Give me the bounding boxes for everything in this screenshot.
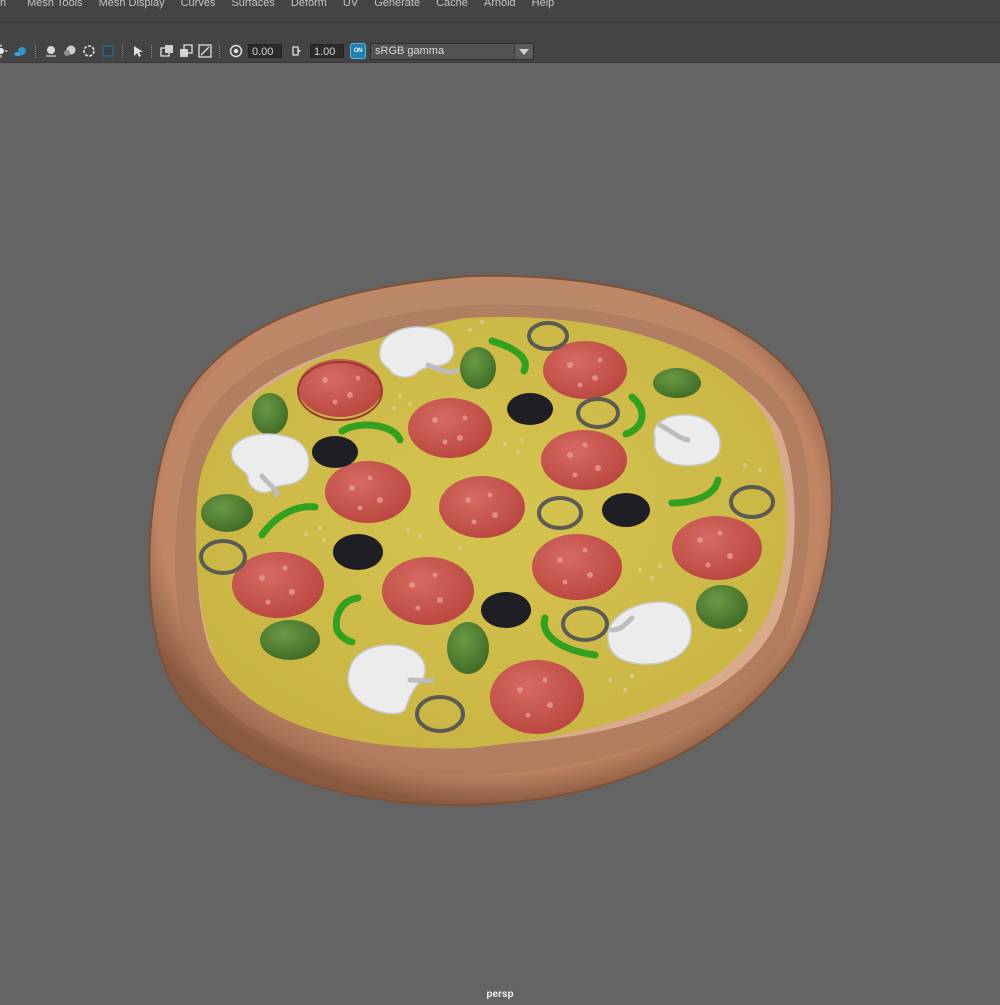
- viewport-3d[interactable]: [0, 63, 1000, 1000]
- menu-item-cache[interactable]: Cache: [428, 0, 476, 9]
- gamma-field[interactable]: 1.00: [310, 44, 344, 58]
- view-transform-value: sRGB gamma: [375, 45, 445, 57]
- menu-item-mesh-display[interactable]: Mesh Display: [91, 0, 173, 9]
- pepperoni-slice: [382, 557, 474, 625]
- view-transform-select[interactable]: sRGB gamma: [370, 43, 534, 60]
- menu-bar: h Mesh Tools Mesh Display Curves Surface…: [0, 0, 1000, 23]
- menu-item-uv[interactable]: UV: [335, 0, 366, 9]
- toolbar-separator: [35, 45, 37, 58]
- color-management-icon[interactable]: ON: [350, 43, 366, 59]
- xray-active-icon[interactable]: [179, 44, 193, 58]
- menu-item-surfaces[interactable]: Surfaces: [223, 0, 282, 9]
- pepperoni-slice: [297, 359, 383, 421]
- pepperoni-slice: [672, 516, 762, 580]
- color-management-toggle-label: ON: [353, 48, 363, 54]
- shadow-icon[interactable]: [13, 44, 27, 58]
- menu-item-arnold[interactable]: Arnold: [476, 0, 524, 9]
- green-olive: [653, 368, 701, 398]
- pepperoni-slice: [541, 430, 627, 490]
- menu-item-generate[interactable]: Generate: [366, 0, 428, 9]
- pepperoni-slice: [408, 398, 492, 458]
- menu-item-deform[interactable]: Deform: [283, 0, 335, 9]
- green-olive: [460, 347, 496, 389]
- black-olive: [507, 393, 553, 425]
- pizza-model[interactable]: [0, 63, 1000, 1000]
- green-olive: [260, 620, 320, 660]
- chevron-down-icon[interactable]: [514, 44, 533, 59]
- shelf-strip: [0, 23, 1000, 41]
- black-olive: [602, 493, 650, 527]
- light-icon[interactable]: [0, 44, 8, 58]
- menu-item-mesh-tools[interactable]: Mesh Tools: [19, 0, 90, 9]
- xray-joints-icon[interactable]: [198, 44, 212, 58]
- pepperoni-slice: [439, 476, 525, 538]
- ao-icon[interactable]: [44, 44, 58, 58]
- menu-item-help[interactable]: Help: [524, 0, 563, 9]
- motion-blur-icon[interactable]: [63, 44, 77, 58]
- green-olive: [696, 585, 748, 629]
- xray-icon[interactable]: [160, 44, 174, 58]
- camera-name-label: persp: [486, 989, 514, 1000]
- mushroom: [378, 326, 459, 378]
- green-olive: [201, 494, 253, 532]
- gamma-icon[interactable]: [290, 44, 304, 58]
- mushroom: [653, 414, 721, 467]
- exposure-field[interactable]: 0.00: [248, 44, 282, 58]
- green-olive: [252, 393, 288, 435]
- black-olive: [333, 534, 383, 570]
- isolate-select-icon[interactable]: [131, 44, 145, 58]
- toolbar-separator: [219, 45, 221, 58]
- toolbar-separator: [122, 45, 124, 58]
- pepperoni-slice: [325, 461, 411, 523]
- antialias-icon[interactable]: [82, 44, 96, 58]
- black-olive: [481, 592, 531, 628]
- toolbar-separator: [151, 45, 153, 58]
- menu-item-curves[interactable]: Curves: [173, 0, 224, 9]
- viewport-toolbar: 0.00 1.00 ON sRGB gamma: [0, 41, 1000, 63]
- pepperoni-slice: [532, 534, 622, 600]
- exposure-icon[interactable]: [229, 44, 243, 58]
- depth-icon[interactable]: [101, 44, 115, 58]
- menu-item-mesh-fragment[interactable]: h: [0, 0, 19, 9]
- pepperoni-slice: [490, 660, 584, 734]
- black-olive: [312, 436, 358, 468]
- green-olive: [447, 622, 489, 674]
